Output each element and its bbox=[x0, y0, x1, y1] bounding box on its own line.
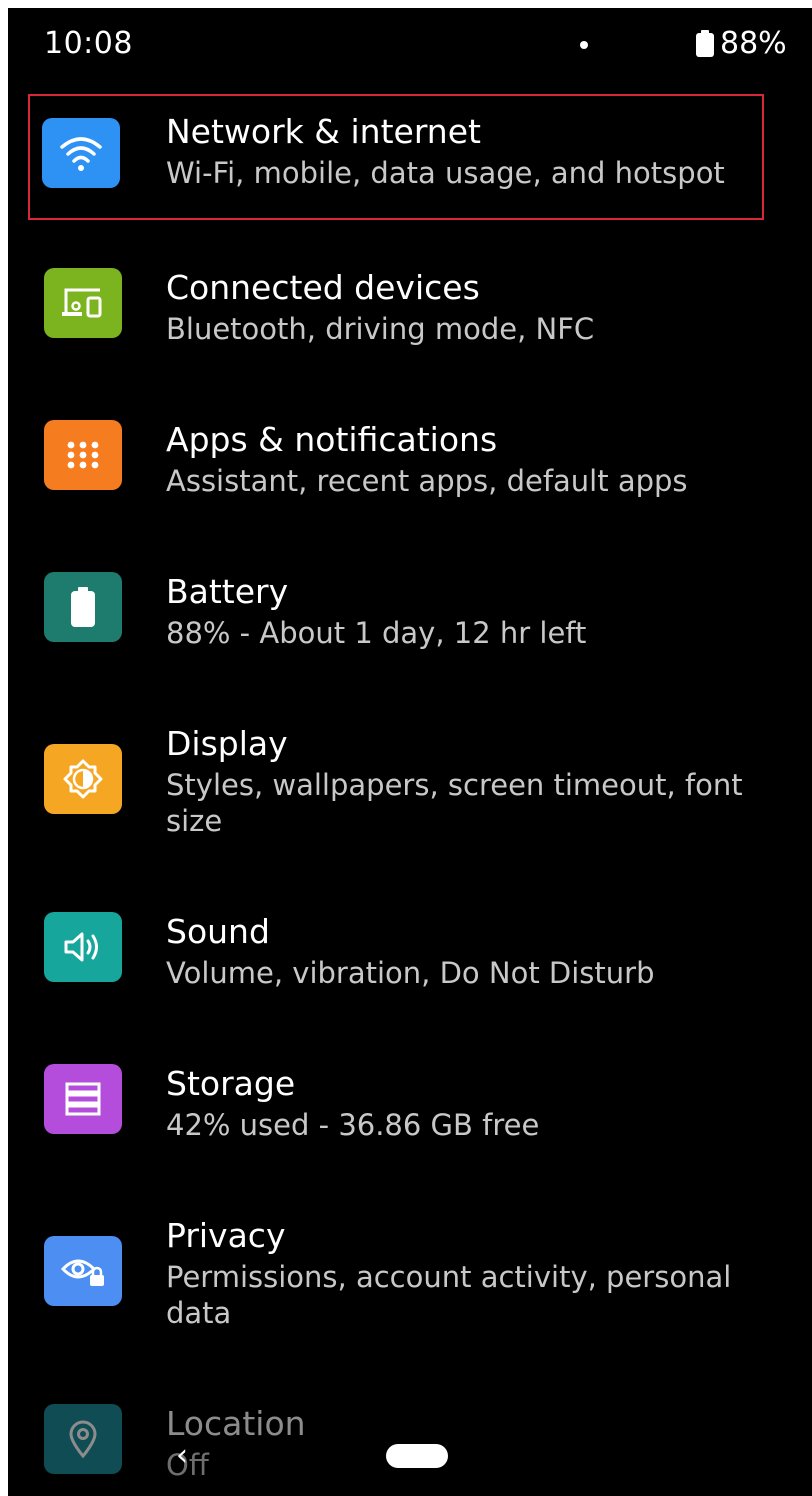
location-pin-icon bbox=[44, 1404, 122, 1474]
settings-item-subtitle: Wi-Fi, mobile, data usage, and hotspot bbox=[166, 156, 725, 190]
settings-item-display[interactable]: Display Styles, wallpapers, screen timeo… bbox=[8, 704, 812, 892]
battery-icon bbox=[44, 572, 122, 642]
apps-grid-icon bbox=[44, 420, 122, 490]
settings-item-connected-devices[interactable]: Connected devices Bluetooth, driving mod… bbox=[8, 248, 812, 400]
notification-dot-icon bbox=[580, 41, 588, 49]
status-time: 10:08 bbox=[44, 26, 133, 61]
home-pill-button[interactable] bbox=[386, 1444, 448, 1468]
settings-item-title: Sound bbox=[166, 912, 270, 951]
settings-item-subtitle: Styles, wallpapers, screen timeout, font… bbox=[166, 768, 743, 838]
settings-item-subtitle: 88% - About 1 day, 12 hr left bbox=[166, 616, 587, 650]
settings-item-title: Network & internet bbox=[166, 112, 481, 151]
settings-item-location[interactable]: Location Off bbox=[8, 1384, 812, 1496]
settings-item-subtitle: Permissions, account activity, personal … bbox=[166, 1260, 732, 1330]
settings-item-sound[interactable]: Sound Volume, vibration, Do Not Disturb bbox=[8, 892, 812, 1044]
settings-item-title: Apps & notifications bbox=[166, 420, 498, 459]
settings-item-apps-notifications[interactable]: Apps & notifications Assistant, recent a… bbox=[8, 400, 812, 552]
back-icon[interactable]: ‹ bbox=[176, 1438, 188, 1473]
settings-item-title: Connected devices bbox=[166, 268, 480, 307]
settings-item-title: Storage bbox=[166, 1064, 296, 1103]
status-battery-icon bbox=[696, 30, 714, 57]
phone-screen: 10:08 88% Network & internet Wi-Fi, mobi… bbox=[8, 8, 812, 1496]
devices-icon bbox=[44, 268, 122, 338]
settings-item-network-internet[interactable]: Network & internet Wi-Fi, mobile, data u… bbox=[28, 94, 764, 220]
settings-item-battery[interactable]: Battery 88% - About 1 day, 12 hr left bbox=[8, 552, 812, 704]
volume-icon bbox=[44, 912, 122, 982]
settings-item-subtitle: Assistant, recent apps, default apps bbox=[166, 464, 688, 498]
settings-item-subtitle: Volume, vibration, Do Not Disturb bbox=[166, 956, 655, 990]
settings-item-subtitle: Bluetooth, driving mode, NFC bbox=[166, 312, 595, 346]
wifi-icon bbox=[42, 118, 120, 188]
status-bar: 10:08 88% bbox=[8, 8, 812, 80]
brightness-icon bbox=[44, 744, 122, 814]
settings-item-subtitle: Off bbox=[166, 1448, 209, 1482]
status-battery-level: 88% bbox=[720, 26, 787, 61]
settings-item-title: Privacy bbox=[166, 1216, 286, 1255]
settings-item-title: Display bbox=[166, 724, 288, 763]
settings-item-storage[interactable]: Storage 42% used - 36.86 GB free bbox=[8, 1044, 812, 1196]
privacy-eye-icon bbox=[44, 1236, 122, 1306]
storage-icon bbox=[44, 1064, 122, 1134]
settings-list: Network & internet Wi-Fi, mobile, data u… bbox=[8, 94, 812, 1496]
settings-item-subtitle: 42% used - 36.86 GB free bbox=[166, 1108, 540, 1142]
settings-item-title: Battery bbox=[166, 572, 289, 611]
settings-item-privacy[interactable]: Privacy Permissions, account activity, p… bbox=[8, 1196, 812, 1384]
settings-item-title: Location bbox=[166, 1404, 306, 1443]
